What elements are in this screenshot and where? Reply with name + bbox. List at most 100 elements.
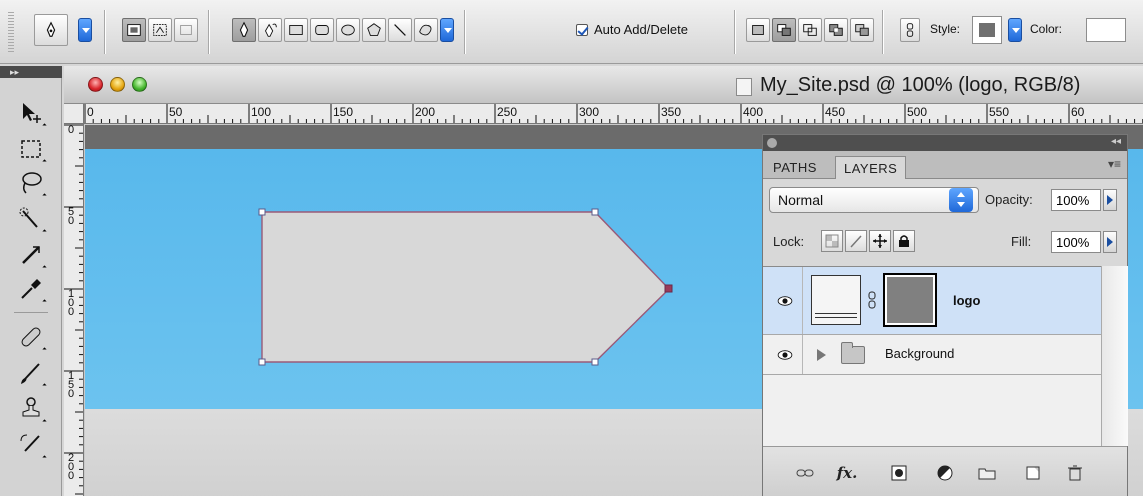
delete-layer-button[interactable] <box>1063 461 1087 485</box>
separator <box>882 10 883 54</box>
anchor-point[interactable] <box>591 358 599 366</box>
half-circle-icon <box>937 465 953 481</box>
link-icon <box>796 469 814 477</box>
lock-all-button[interactable] <box>893 230 915 252</box>
link-layers-button[interactable] <box>793 461 817 485</box>
shape-layers-button[interactable] <box>122 18 146 42</box>
custom-shape-tool-button[interactable] <box>414 18 438 42</box>
lock-position-button[interactable] <box>869 230 891 252</box>
horizontal-ruler[interactable]: 0 50 100 150 200 250 300 350 400 450 500… <box>84 104 1143 124</box>
freeform-pen-button[interactable] <box>258 18 282 42</box>
chain-link-icon[interactable] <box>867 291 877 309</box>
layer-row-background[interactable]: Background <box>763 335 1101 375</box>
eye-icon[interactable] <box>773 343 797 367</box>
vertical-ruler[interactable]: 0 50 100 150 200 <box>64 124 84 496</box>
blend-mode-select[interactable]: Normal <box>769 187 979 213</box>
clone-stamp-tool[interactable] <box>14 392 48 426</box>
ruler-ticks <box>84 104 1143 123</box>
collapse-icon[interactable]: ◂◂ <box>1111 136 1121 147</box>
lock-transparency-button[interactable] <box>821 230 843 252</box>
marquee-tool[interactable] <box>14 132 48 166</box>
eyedropper-tool[interactable] <box>14 272 48 306</box>
blend-mode-stepper[interactable] <box>949 188 973 212</box>
line-tool-button[interactable] <box>388 18 412 42</box>
close-button[interactable] <box>88 77 103 92</box>
anchor-point-selected[interactable] <box>664 284 673 293</box>
tool-preset-picker[interactable] <box>34 14 68 46</box>
ruler-label: 400 <box>743 105 764 119</box>
pen-tool-button[interactable] <box>232 18 256 42</box>
visibility-cell[interactable] <box>763 335 803 374</box>
panel-tabs: PATHS LAYERS ▾≡ <box>763 151 1127 179</box>
style-swatch[interactable] <box>972 16 1002 44</box>
rectangle-icon <box>289 25 303 35</box>
move-tool[interactable] <box>14 96 48 130</box>
tab-layers[interactable]: LAYERS <box>835 156 907 179</box>
paths-mode-button[interactable] <box>148 18 172 42</box>
minimize-button[interactable] <box>110 77 125 92</box>
subtract-shape-icon <box>777 24 791 36</box>
link-layer-style-button[interactable] <box>900 18 920 42</box>
rounded-rectangle-tool-button[interactable] <box>310 18 334 42</box>
new-group-button[interactable] <box>975 461 999 485</box>
new-layer-button[interactable] <box>1021 461 1045 485</box>
custom-shape-dropdown[interactable] <box>440 18 454 42</box>
fill-slider-button[interactable] <box>1103 231 1117 253</box>
zoom-button[interactable] <box>132 77 147 92</box>
anchor-point[interactable] <box>258 208 266 216</box>
eye-icon[interactable] <box>773 289 797 313</box>
opacity-field[interactable]: 100% <box>1051 189 1101 211</box>
anchor-point[interactable] <box>591 208 599 216</box>
ruler-label: 450 <box>825 105 846 119</box>
document-titlebar[interactable]: My_Site.psd @ 100% (logo, RGB/8) <box>64 66 1143 104</box>
healing-brush-tool[interactable] <box>14 320 48 354</box>
auto-add-delete-checkbox[interactable] <box>576 24 588 36</box>
adjustment-layer-button[interactable] <box>933 461 957 485</box>
vector-mask-thumbnail[interactable] <box>883 273 937 327</box>
trash-icon <box>1068 465 1082 481</box>
tab-paths[interactable]: PATHS <box>765 156 825 179</box>
tools-panel-header[interactable]: ▸▸ <box>0 66 62 78</box>
move-arrow-icon <box>23 103 41 123</box>
add-mask-button[interactable] <box>887 461 911 485</box>
logo-path[interactable] <box>261 211 670 363</box>
panel-header[interactable]: ◂◂ <box>763 135 1127 151</box>
brush-tool[interactable] <box>14 356 48 390</box>
layer-thumbnail[interactable] <box>811 275 861 325</box>
fill-pixels-button[interactable] <box>174 18 198 42</box>
layers-scrollbar[interactable] <box>1101 266 1128 446</box>
tool-preset-dropdown[interactable] <box>78 18 92 42</box>
quick-selection-tool[interactable] <box>14 202 48 236</box>
ruler-label: 60 <box>1071 105 1085 119</box>
polygon-tool-button[interactable] <box>362 18 386 42</box>
color-swatch[interactable] <box>1086 18 1126 42</box>
fill-field[interactable]: 100% <box>1051 231 1101 253</box>
style-dropdown[interactable] <box>1008 18 1022 42</box>
path-combine-subtract-button[interactable] <box>772 18 796 42</box>
path-combine-add-button[interactable] <box>746 18 770 42</box>
anchor-point[interactable] <box>258 358 266 366</box>
visibility-cell[interactable] <box>763 267 803 334</box>
path-combine-overlap-button[interactable] <box>850 18 874 42</box>
ruler-origin[interactable] <box>64 104 84 124</box>
crop-tool[interactable] <box>14 238 48 272</box>
layer-row-logo[interactable]: logo <box>763 267 1101 335</box>
eyedropper-icon <box>21 279 41 299</box>
options-bar-grip[interactable] <box>8 12 14 52</box>
panel-close-icon[interactable] <box>767 138 777 148</box>
add-to-shape-icon <box>752 25 764 35</box>
rectangle-tool-button[interactable] <box>284 18 308 42</box>
custom-shape-icon <box>419 24 432 36</box>
path-combine-exclude-button[interactable] <box>824 18 848 42</box>
history-brush-tool[interactable] <box>14 428 48 462</box>
lasso-icon <box>22 172 42 194</box>
opacity-slider-button[interactable] <box>1103 189 1117 211</box>
layer-style-button[interactable]: fx. <box>835 461 859 485</box>
panel-menu-icon[interactable]: ▾≡ <box>1108 157 1121 171</box>
lasso-tool[interactable] <box>14 166 48 200</box>
lock-image-button[interactable] <box>845 230 867 252</box>
path-combine-intersect-button[interactable] <box>798 18 822 42</box>
disclosure-triangle-icon[interactable] <box>817 349 826 361</box>
ellipse-tool-button[interactable] <box>336 18 360 42</box>
tool-separator <box>14 312 48 313</box>
